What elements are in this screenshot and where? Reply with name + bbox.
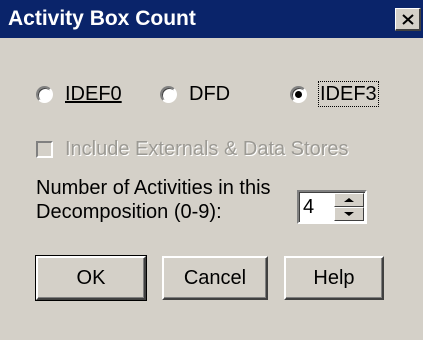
title-bar: Activity Box Count xyxy=(0,0,423,38)
radio-idef3[interactable]: IDEF3 xyxy=(290,80,379,108)
close-button[interactable] xyxy=(395,8,421,31)
radio-idef0-indicator[interactable] xyxy=(36,85,53,103)
radio-idef3-label: IDEF3 xyxy=(318,81,379,107)
radio-idef0-label: IDEF0 xyxy=(65,83,122,105)
cancel-button[interactable]: Cancel xyxy=(162,256,268,300)
activities-count-label: Number of Activities in this Decompositi… xyxy=(36,176,296,224)
spinner-up-button[interactable] xyxy=(334,193,364,207)
include-externals-checkbox-box[interactable] xyxy=(36,140,53,158)
radio-dfd-indicator[interactable] xyxy=(160,85,177,103)
spinner-buttons xyxy=(334,193,364,221)
close-icon xyxy=(401,13,414,25)
help-button[interactable]: Help xyxy=(284,256,384,300)
spinner-down-button[interactable] xyxy=(334,207,364,221)
radio-dfd[interactable]: DFD xyxy=(160,80,230,108)
radio-idef0[interactable]: IDEF0 xyxy=(36,80,122,108)
ok-button[interactable]: OK xyxy=(35,255,147,301)
spinner-up-icon xyxy=(344,198,354,202)
radio-dfd-label: DFD xyxy=(189,83,231,105)
activities-count-input[interactable] xyxy=(299,194,335,220)
include-externals-checkbox[interactable]: Include Externals & Data Stores xyxy=(36,135,348,163)
activities-count-spinner[interactable] xyxy=(297,190,367,224)
include-externals-label: Include Externals & Data Stores xyxy=(65,138,349,160)
activities-count-label-line1: Number of Activities in this xyxy=(36,177,271,199)
dialog-title: Activity Box Count xyxy=(8,7,196,30)
spinner-down-icon xyxy=(344,212,354,216)
radio-idef3-indicator[interactable] xyxy=(290,85,307,103)
activity-box-count-dialog: Activity Box Count IDEF0 DFD IDEF3 Inclu… xyxy=(0,0,423,340)
activities-count-label-line2: Decomposition (0-9): xyxy=(36,201,222,223)
